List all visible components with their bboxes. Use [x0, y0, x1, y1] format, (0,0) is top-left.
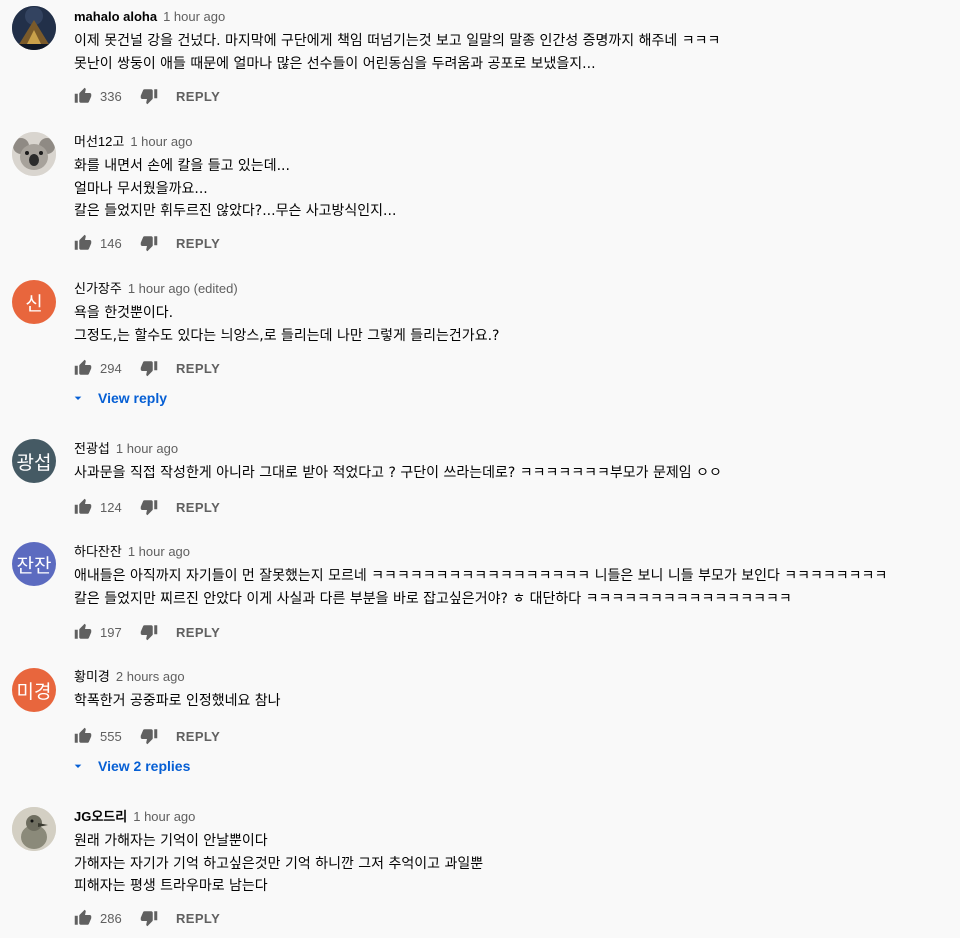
like-count: 286 — [100, 910, 122, 926]
view-replies-label: View 2 replies — [98, 758, 191, 774]
thumbs-down-icon — [140, 625, 158, 641]
comment-time[interactable]: 1 hour ago (edited) — [128, 281, 238, 296]
like-count: 555 — [100, 728, 122, 744]
reply-button[interactable]: REPLY — [176, 729, 220, 744]
thumbs-down-icon — [140, 89, 158, 105]
avatar-letter: 미경 — [16, 680, 52, 703]
night-landscape-icon — [12, 6, 56, 50]
comment-text: 애내들은 아직까지 자기들이 먼 잘못했는지 모르네 ㅋㅋㅋㅋㅋㅋㅋㅋㅋㅋㅋㅋㅋ… — [74, 568, 888, 607]
caret-down-icon — [74, 764, 82, 768]
thumbs-up-icon — [74, 623, 92, 639]
comment-time[interactable]: 1 hour ago — [116, 441, 178, 456]
author-name[interactable]: JG오드리 — [74, 809, 127, 824]
comment-header: 황미경 2 hours ago — [74, 668, 960, 686]
avatar-letter: 신 — [25, 292, 43, 315]
thumbs-down-icon — [140, 500, 158, 516]
comment-time[interactable]: 1 hour ago — [133, 809, 195, 824]
comment-time[interactable]: 1 hour ago — [128, 544, 190, 559]
thumbs-up-icon — [74, 359, 92, 375]
avatar[interactable]: 잔잔 — [12, 542, 56, 586]
like-count: 197 — [100, 624, 122, 640]
comment-actions: 286 REPLY — [74, 906, 220, 930]
author-name[interactable]: mahalo aloha — [74, 9, 157, 24]
like-count: 146 — [100, 235, 122, 251]
avatar[interactable]: 광섭 — [12, 439, 56, 483]
like-count: 124 — [100, 499, 122, 515]
like-button[interactable] — [74, 234, 92, 252]
dislike-button[interactable] — [140, 623, 158, 641]
thumbs-down-icon — [140, 361, 158, 377]
comment-actions: 555 REPLY — [74, 724, 220, 748]
comment-actions: 336 REPLY — [74, 84, 220, 108]
thumbs-down-icon — [140, 236, 158, 252]
dislike-button[interactable] — [140, 498, 158, 516]
reply-button[interactable]: REPLY — [176, 500, 220, 515]
comment-text: 이제 못건널 강을 건넜다. 마지막에 구단에게 책임 떠넘기는것 보고 일말의… — [74, 33, 721, 72]
avatar[interactable] — [12, 807, 56, 851]
thumbs-up-icon — [74, 234, 92, 250]
comment-time[interactable]: 2 hours ago — [116, 669, 185, 684]
comment-header: 전광섭 1 hour ago — [74, 440, 960, 458]
dislike-button[interactable] — [140, 359, 158, 377]
like-count: 336 — [100, 88, 122, 104]
comment-text: 욕을 한것뿐이다. 그정도,는 할수도 있다는 늬앙스,로 들리는데 나만 그렇… — [74, 305, 500, 344]
comment-header: JG오드리 1 hour ago — [74, 808, 960, 826]
comments-section: mahalo aloha 1 hour ago 이제 못건널 강을 건넜다. 마지… — [0, 0, 960, 938]
comment-actions: 197 REPLY — [74, 620, 220, 644]
comment-actions: 146 REPLY — [74, 231, 220, 255]
comment-time[interactable]: 1 hour ago — [130, 134, 192, 149]
reply-button[interactable]: REPLY — [176, 625, 220, 640]
avatar-letter: 광섭 — [16, 451, 52, 474]
thumbs-up-icon — [74, 87, 92, 103]
reply-button[interactable]: REPLY — [176, 361, 220, 376]
view-replies-button[interactable]: View reply — [70, 386, 167, 410]
author-name[interactable]: 황미경 — [74, 669, 110, 684]
avatar-letter: 잔잔 — [16, 554, 52, 577]
koala-icon — [12, 132, 56, 176]
reply-button[interactable]: REPLY — [176, 89, 220, 104]
like-button[interactable] — [74, 359, 92, 377]
like-button[interactable] — [74, 498, 92, 516]
dislike-button[interactable] — [140, 727, 158, 745]
like-count: 294 — [100, 360, 122, 376]
author-name[interactable]: 신가장주 — [74, 281, 122, 296]
like-button[interactable] — [74, 87, 92, 105]
comment-header: 머선12고 1 hour ago — [74, 133, 960, 151]
comment-text: 원래 가해자는 기억이 안날뿐이다 가해자는 자기가 기억 하고싶은것만 기억 … — [74, 833, 484, 894]
caret-down-icon — [74, 396, 82, 400]
reply-button[interactable]: REPLY — [176, 911, 220, 926]
thumbs-up-icon — [74, 727, 92, 743]
comment-text: 사과문을 직접 작성한게 아니라 그대로 받아 적었다고 ? 구단이 쓰라는데로… — [74, 465, 722, 481]
thumbs-up-icon — [74, 498, 92, 514]
bird-icon — [12, 807, 56, 851]
author-name[interactable]: 머선12고 — [74, 134, 124, 149]
author-name[interactable]: 하다잔잔 — [74, 544, 122, 559]
reply-button[interactable]: REPLY — [176, 236, 220, 251]
comment-header: 하다잔잔 1 hour ago — [74, 543, 960, 561]
like-button[interactable] — [74, 623, 92, 641]
comment-text: 화를 내면서 손에 칼을 들고 있는데... 얼마나 무서웠을까요... 칼은 … — [74, 158, 397, 219]
thumbs-down-icon — [140, 911, 158, 927]
comment-header: 신가장주 1 hour ago (edited) — [74, 280, 960, 298]
dislike-button[interactable] — [140, 234, 158, 252]
like-button[interactable] — [74, 727, 92, 745]
avatar[interactable]: 신 — [12, 280, 56, 324]
avatar[interactable] — [12, 6, 56, 50]
like-button[interactable] — [74, 909, 92, 927]
dislike-button[interactable] — [140, 909, 158, 927]
avatar[interactable]: 미경 — [12, 668, 56, 712]
dislike-button[interactable] — [140, 87, 158, 105]
comment-actions: 294 REPLY — [74, 356, 220, 380]
thumbs-up-icon — [74, 909, 92, 925]
author-name[interactable]: 전광섭 — [74, 441, 110, 456]
comment-time[interactable]: 1 hour ago — [163, 9, 225, 24]
comment-text: 학폭한거 공중파로 인정했네요 참나 — [74, 693, 281, 709]
thumbs-down-icon — [140, 729, 158, 745]
avatar[interactable] — [12, 132, 56, 176]
comment-actions: 124 REPLY — [74, 495, 220, 519]
comment-header: mahalo aloha 1 hour ago — [74, 8, 960, 26]
view-replies-label: View reply — [98, 390, 168, 406]
view-replies-button[interactable]: View 2 replies — [70, 754, 190, 778]
